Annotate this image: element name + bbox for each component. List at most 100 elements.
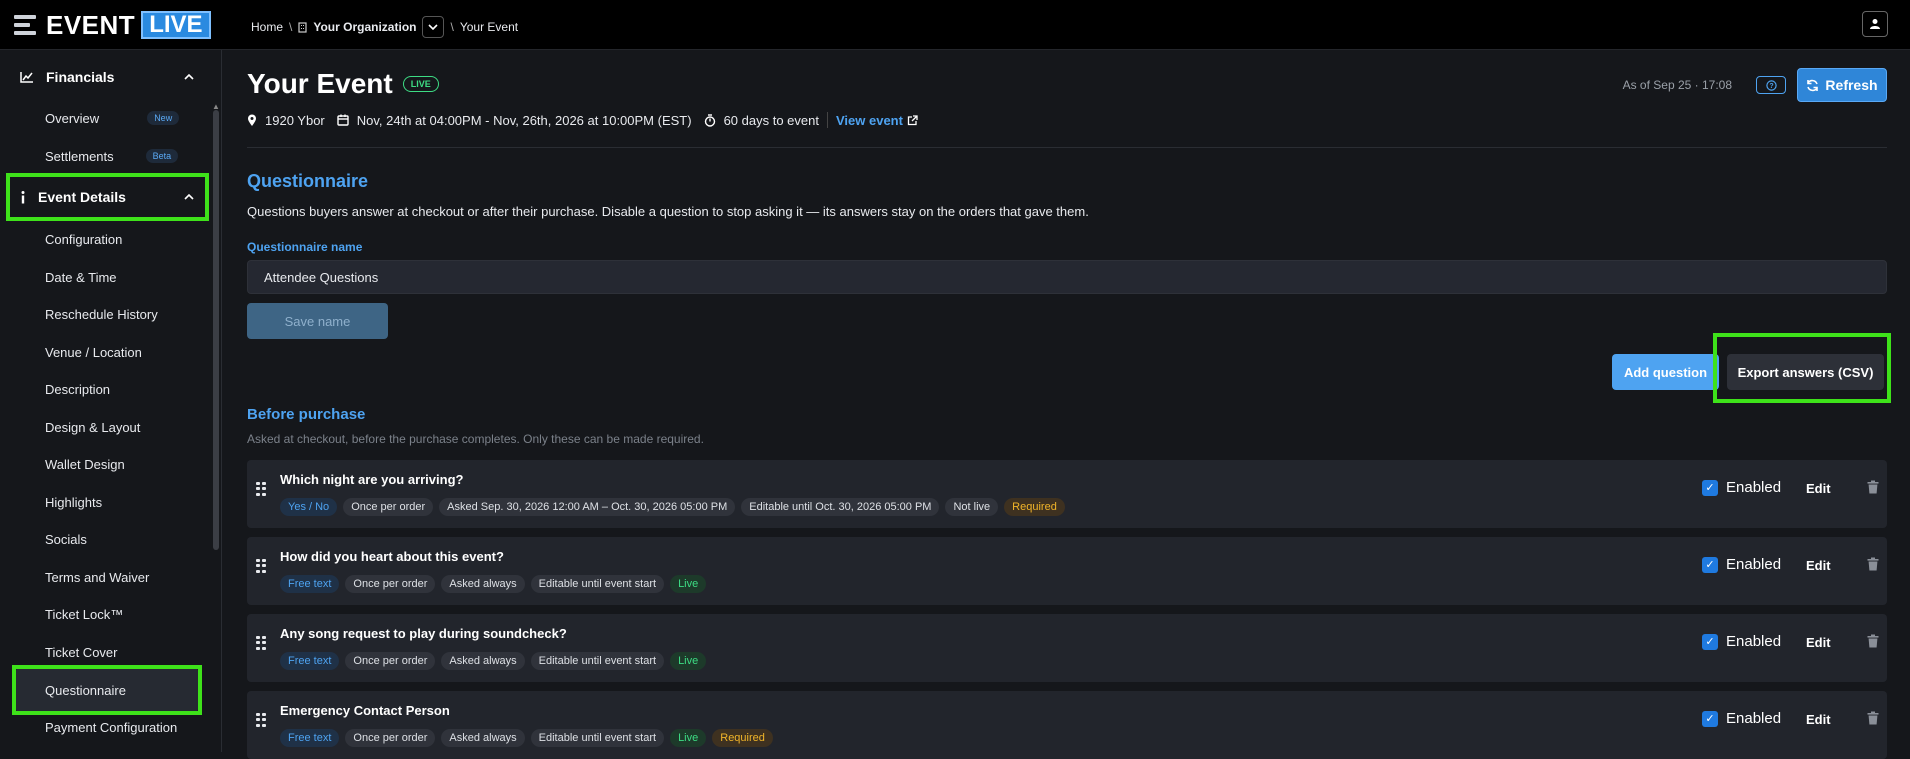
- question-asked-tag: Asked always: [441, 729, 525, 747]
- trash-icon[interactable]: [1867, 711, 1879, 725]
- question-type-tag: Yes / No: [280, 498, 338, 516]
- svg-text:?: ?: [1769, 83, 1773, 90]
- main-content: Your Event LIVE 1920 Ybor Nov, 24th at 0…: [223, 50, 1910, 759]
- help-button[interactable]: ?: [1756, 76, 1786, 94]
- building-icon: [298, 21, 307, 33]
- highlight-export-button: [1713, 333, 1891, 403]
- trash-icon[interactable]: [1867, 557, 1879, 571]
- event-countdown: 60 days to event: [723, 112, 819, 128]
- question-editable-tag: Editable until Oct. 30, 2026 05:00 PM: [741, 498, 940, 516]
- question-tags: Free text Once per order Asked always Edita…: [280, 729, 773, 747]
- checkbox-checked-icon[interactable]: ✓: [1702, 556, 1718, 573]
- sidebar-item-terms-waiver[interactable]: Terms and Waiver: [45, 567, 149, 587]
- header-divider: [247, 147, 1887, 148]
- sidebar-item-ticket-lock[interactable]: Ticket Lock™: [45, 604, 123, 624]
- question-editable-tag: Editable until event start: [530, 575, 665, 593]
- breadcrumb: Home \ Your Organization \ Your Event: [251, 16, 518, 38]
- checkbox-checked-icon[interactable]: ✓: [1702, 479, 1718, 496]
- edit-question-button[interactable]: Edit: [1806, 635, 1831, 650]
- enabled-toggle[interactable]: ✓ Enabled: [1702, 710, 1781, 727]
- question-status-tag: Not live: [945, 498, 999, 516]
- question-type-tag: Free text: [280, 729, 340, 747]
- refresh-button[interactable]: Refresh: [1797, 68, 1887, 102]
- question-status-tag: Live: [670, 652, 707, 670]
- save-name-button[interactable]: Save name: [247, 303, 388, 339]
- chevron-down-icon: [428, 24, 439, 30]
- sidebar-scrollbar[interactable]: [213, 110, 219, 550]
- question-frequency-tag: Once per order: [345, 575, 436, 593]
- stopwatch-icon: [704, 113, 715, 127]
- question-required-tag: Required: [712, 729, 773, 747]
- question-frequency-tag: Once per order: [343, 498, 434, 516]
- drag-handle-icon[interactable]: [256, 482, 266, 496]
- question-title: Which night are you arriving?: [280, 472, 464, 487]
- trash-icon[interactable]: [1867, 634, 1879, 648]
- chevron-up-icon: [184, 74, 194, 80]
- edit-question-button[interactable]: Edit: [1806, 481, 1831, 496]
- sidebar-item-reschedule-history[interactable]: Reschedule History: [45, 304, 158, 324]
- external-link-icon[interactable]: [907, 114, 918, 126]
- sidebar-item-venue-location[interactable]: Venue / Location: [45, 342, 142, 362]
- drag-handle-icon[interactable]: [256, 636, 266, 650]
- question-title: How did you heart about this event?: [280, 549, 504, 564]
- question-tags: Yes / No Once per order Asked Sep. 30, 202…: [280, 498, 1065, 516]
- drag-handle-icon[interactable]: [256, 713, 266, 727]
- question-status-tag: Live: [670, 729, 707, 747]
- enabled-toggle[interactable]: ✓ Enabled: [1702, 556, 1781, 573]
- trash-icon[interactable]: [1867, 480, 1879, 494]
- as-of-timestamp: As of Sep 25 · 17:08: [1622, 78, 1732, 92]
- section-description: Questions buyers answer at checkout or a…: [247, 204, 1089, 219]
- enabled-label: Enabled: [1726, 710, 1782, 727]
- logo-word: EVENT: [46, 9, 136, 40]
- sidebar-item-payment-configuration[interactable]: Payment Configuration: [45, 717, 177, 737]
- event-dates: Nov, 24th at 04:00PM - Nov, 26th, 2026 a…: [356, 112, 692, 128]
- sidebar-item-settlements[interactable]: Settlements Beta: [45, 146, 179, 166]
- highlight-questionnaire: [12, 665, 202, 715]
- sidebar-item-date-time[interactable]: Date & Time: [45, 267, 117, 287]
- drag-handle-icon[interactable]: [256, 559, 266, 573]
- enabled-toggle[interactable]: ✓ Enabled: [1702, 633, 1781, 650]
- new-badge: New: [147, 111, 180, 125]
- event-live-logo[interactable]: EVENT LIVE: [10, 10, 211, 40]
- sidebar: ▲ Financials Overview New Settlements Be…: [0, 50, 222, 752]
- org-dropdown-button[interactable]: [422, 16, 445, 38]
- enabled-toggle[interactable]: ✓ Enabled: [1702, 479, 1781, 496]
- question-title: Any song request to play during soundche…: [280, 626, 567, 641]
- highlight-event-details: [6, 173, 209, 221]
- logo-icon: [10, 12, 40, 38]
- sidebar-item-design-layout[interactable]: Design & Layout: [45, 417, 140, 437]
- user-menu-button[interactable]: [1862, 11, 1888, 37]
- question-asked-tag: Asked always: [441, 575, 525, 593]
- checkbox-checked-icon[interactable]: ✓: [1702, 633, 1718, 650]
- sidebar-item-configuration[interactable]: Configuration: [45, 229, 122, 249]
- question-asked-tag: Asked always: [441, 652, 525, 670]
- sidebar-item-description[interactable]: Description: [45, 379, 110, 399]
- top-bar: EVENT LIVE Home \ Your Organization \ Yo…: [0, 0, 1910, 50]
- breadcrumb-event[interactable]: Your Event: [460, 20, 518, 34]
- edit-question-button[interactable]: Edit: [1806, 558, 1831, 573]
- questionnaire-name-input[interactable]: [247, 260, 1887, 294]
- questionnaire-name-label: Questionnaire name: [247, 240, 363, 254]
- view-event-link[interactable]: View event: [836, 113, 903, 128]
- sidebar-item-ticket-cover[interactable]: Ticket Cover: [45, 642, 117, 662]
- question-row[interactable]: How did you heart about this event? Free …: [247, 537, 1887, 605]
- question-editable-tag: Editable until event start: [530, 652, 665, 670]
- add-question-button[interactable]: Add question: [1612, 354, 1719, 390]
- edit-question-button[interactable]: Edit: [1806, 712, 1831, 727]
- user-icon: [1870, 19, 1880, 29]
- question-row[interactable]: Emergency Contact Person Free text Once pe…: [247, 691, 1887, 759]
- question-row[interactable]: Which night are you arriving? Yes / No Onc…: [247, 460, 1887, 528]
- sidebar-item-socials[interactable]: Socials: [45, 529, 87, 549]
- breadcrumb-org[interactable]: Your Organization: [313, 20, 416, 34]
- question-row[interactable]: Any song request to play during soundche…: [247, 614, 1887, 682]
- refresh-icon: [1807, 79, 1819, 91]
- sidebar-item-overview[interactable]: Overview New: [45, 108, 180, 128]
- sidebar-item-highlights[interactable]: Highlights: [45, 492, 102, 512]
- breadcrumb-home[interactable]: Home: [251, 20, 283, 34]
- sidebar-section-financials[interactable]: Financials: [8, 55, 206, 99]
- checkbox-checked-icon[interactable]: ✓: [1702, 710, 1718, 727]
- question-editable-tag: Editable until event start: [530, 729, 665, 747]
- location-pin-icon: [248, 114, 256, 126]
- event-venue: 1920 Ybor: [265, 112, 325, 128]
- sidebar-item-wallet-design[interactable]: Wallet Design: [45, 454, 125, 474]
